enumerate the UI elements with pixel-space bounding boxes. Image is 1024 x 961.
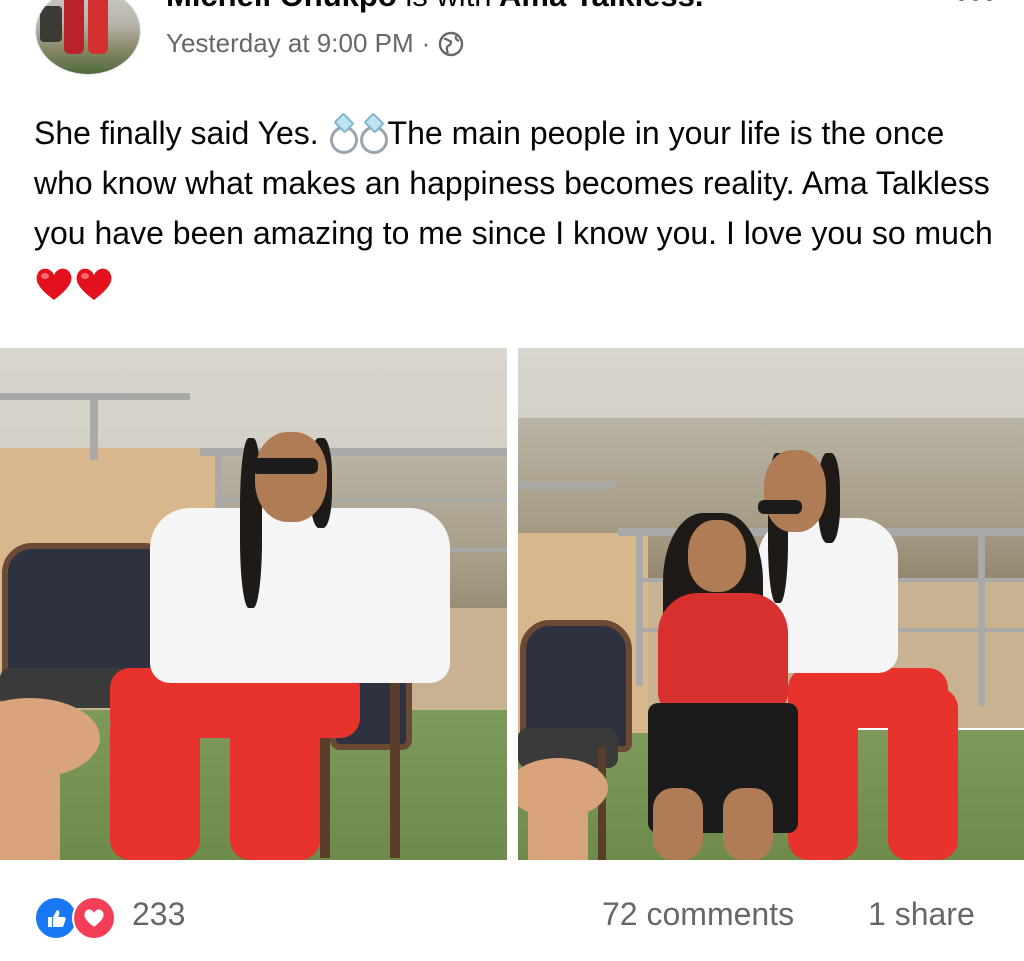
comments-count[interactable]: 72 comments — [602, 896, 794, 933]
ring-emoji — [328, 116, 358, 154]
reaction-icons[interactable] — [34, 896, 124, 940]
ring-emoji — [358, 116, 388, 154]
post-header: Michell Ohukpo is with Ama Talkless. Yes… — [0, 0, 1024, 90]
photo-person-seated-alone[interactable] — [0, 348, 507, 860]
with-text: is with — [405, 0, 491, 13]
more-options-icon[interactable] — [957, 0, 994, 1]
post-timestamp[interactable]: Yesterday at 9:00 PM — [166, 28, 414, 59]
post-body: She finally said Yes. The main people in… — [34, 108, 1004, 308]
tagged-user[interactable]: Ama Talkless. — [499, 0, 703, 13]
red-heart-emoji — [36, 268, 72, 300]
photo-grid — [0, 348, 1024, 860]
love-icon — [72, 896, 116, 940]
author-avatar[interactable] — [36, 0, 140, 74]
red-heart-emoji — [76, 268, 112, 300]
photo-couple-seated[interactable] — [518, 348, 1024, 860]
reactions-bar: 233 72 comments 1 share — [0, 880, 1024, 950]
shares-count[interactable]: 1 share — [868, 896, 975, 933]
globe-icon[interactable] — [438, 31, 464, 57]
author-name[interactable]: Michell Ohukpo — [166, 0, 397, 13]
post-text-part1: She finally said Yes. — [34, 115, 319, 151]
post-meta: Yesterday at 9:00 PM · — [166, 28, 464, 59]
meta-separator: · — [421, 28, 431, 58]
reaction-count[interactable]: 233 — [132, 896, 185, 933]
author-line: Michell Ohukpo is with Ama Talkless. — [166, 0, 704, 14]
